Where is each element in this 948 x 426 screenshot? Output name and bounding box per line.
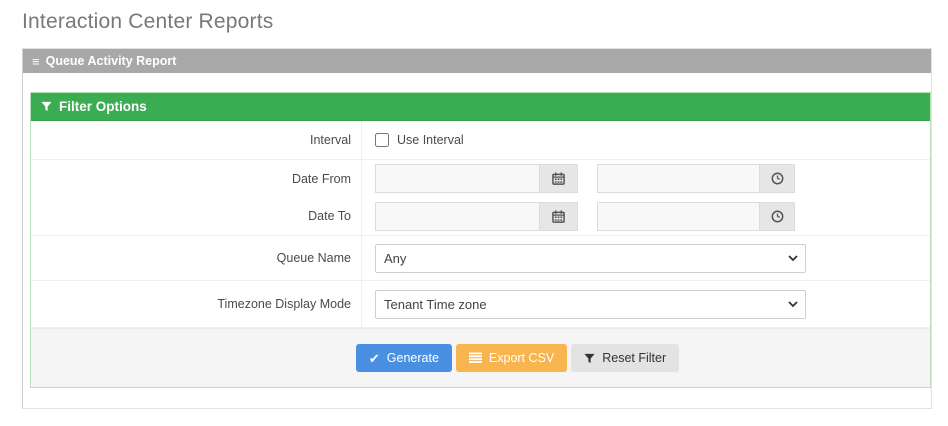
- generate-button[interactable]: ✔ Generate: [356, 344, 452, 372]
- use-interval-option[interactable]: Use Interval: [375, 133, 464, 147]
- reset-filter-button[interactable]: Reset Filter: [571, 344, 679, 372]
- list-icon: [469, 352, 482, 364]
- calendar-icon: [552, 210, 565, 223]
- date-to-calendar-button[interactable]: [540, 202, 578, 231]
- date-from-label: Date From: [31, 160, 361, 197]
- date-to-row: Date To: [31, 197, 930, 236]
- report-panel: ≡ Queue Activity Report Filter Options I…: [22, 48, 932, 409]
- queue-name-row: Queue Name Any: [31, 236, 930, 281]
- time-from-input[interactable]: [597, 164, 760, 193]
- time-to-clock-button[interactable]: [760, 202, 795, 231]
- report-panel-body: Filter Options Interval Use Interval Dat…: [23, 73, 931, 408]
- filter-icon: [41, 101, 52, 112]
- use-interval-label: Use Interval: [397, 133, 464, 147]
- time-from-clock-button[interactable]: [760, 164, 795, 193]
- report-panel-header[interactable]: ≡ Queue Activity Report: [23, 49, 931, 73]
- date-to-group: [375, 202, 578, 231]
- date-to-label: Date To: [31, 197, 361, 235]
- timezone-select[interactable]: Tenant Time zone: [375, 290, 806, 319]
- date-from-group: [375, 164, 578, 193]
- time-from-group: [597, 164, 795, 193]
- calendar-icon: [552, 172, 565, 185]
- interval-row: Interval Use Interval: [31, 121, 930, 160]
- filter-icon: [584, 353, 595, 364]
- use-interval-checkbox[interactable]: [375, 133, 389, 147]
- check-icon: ✔: [369, 352, 380, 365]
- queue-name-label: Queue Name: [31, 236, 361, 280]
- page-title: Interaction Center Reports: [22, 10, 948, 34]
- interval-label: Interval: [31, 121, 361, 159]
- time-to-input[interactable]: [597, 202, 760, 231]
- filter-options-title: Filter Options: [59, 99, 147, 114]
- timezone-row: Timezone Display Mode Tenant Time zone: [31, 281, 930, 328]
- date-from-calendar-button[interactable]: [540, 164, 578, 193]
- clock-icon: [771, 172, 784, 185]
- date-from-input[interactable]: [375, 164, 540, 193]
- queue-name-select[interactable]: Any: [375, 244, 806, 273]
- timezone-label: Timezone Display Mode: [31, 281, 361, 327]
- clock-icon: [771, 210, 784, 223]
- filter-footer: ✔ Generate Export CSV Reset Filter: [31, 328, 930, 387]
- date-from-row: Date From: [31, 160, 930, 197]
- filter-options-panel: Filter Options Interval Use Interval Dat…: [30, 92, 931, 388]
- filter-options-header[interactable]: Filter Options: [31, 93, 930, 121]
- hamburger-icon: ≡: [32, 55, 40, 68]
- time-to-group: [597, 202, 795, 231]
- date-to-input[interactable]: [375, 202, 540, 231]
- export-csv-button[interactable]: Export CSV: [456, 344, 567, 372]
- report-panel-title: Queue Activity Report: [46, 54, 177, 68]
